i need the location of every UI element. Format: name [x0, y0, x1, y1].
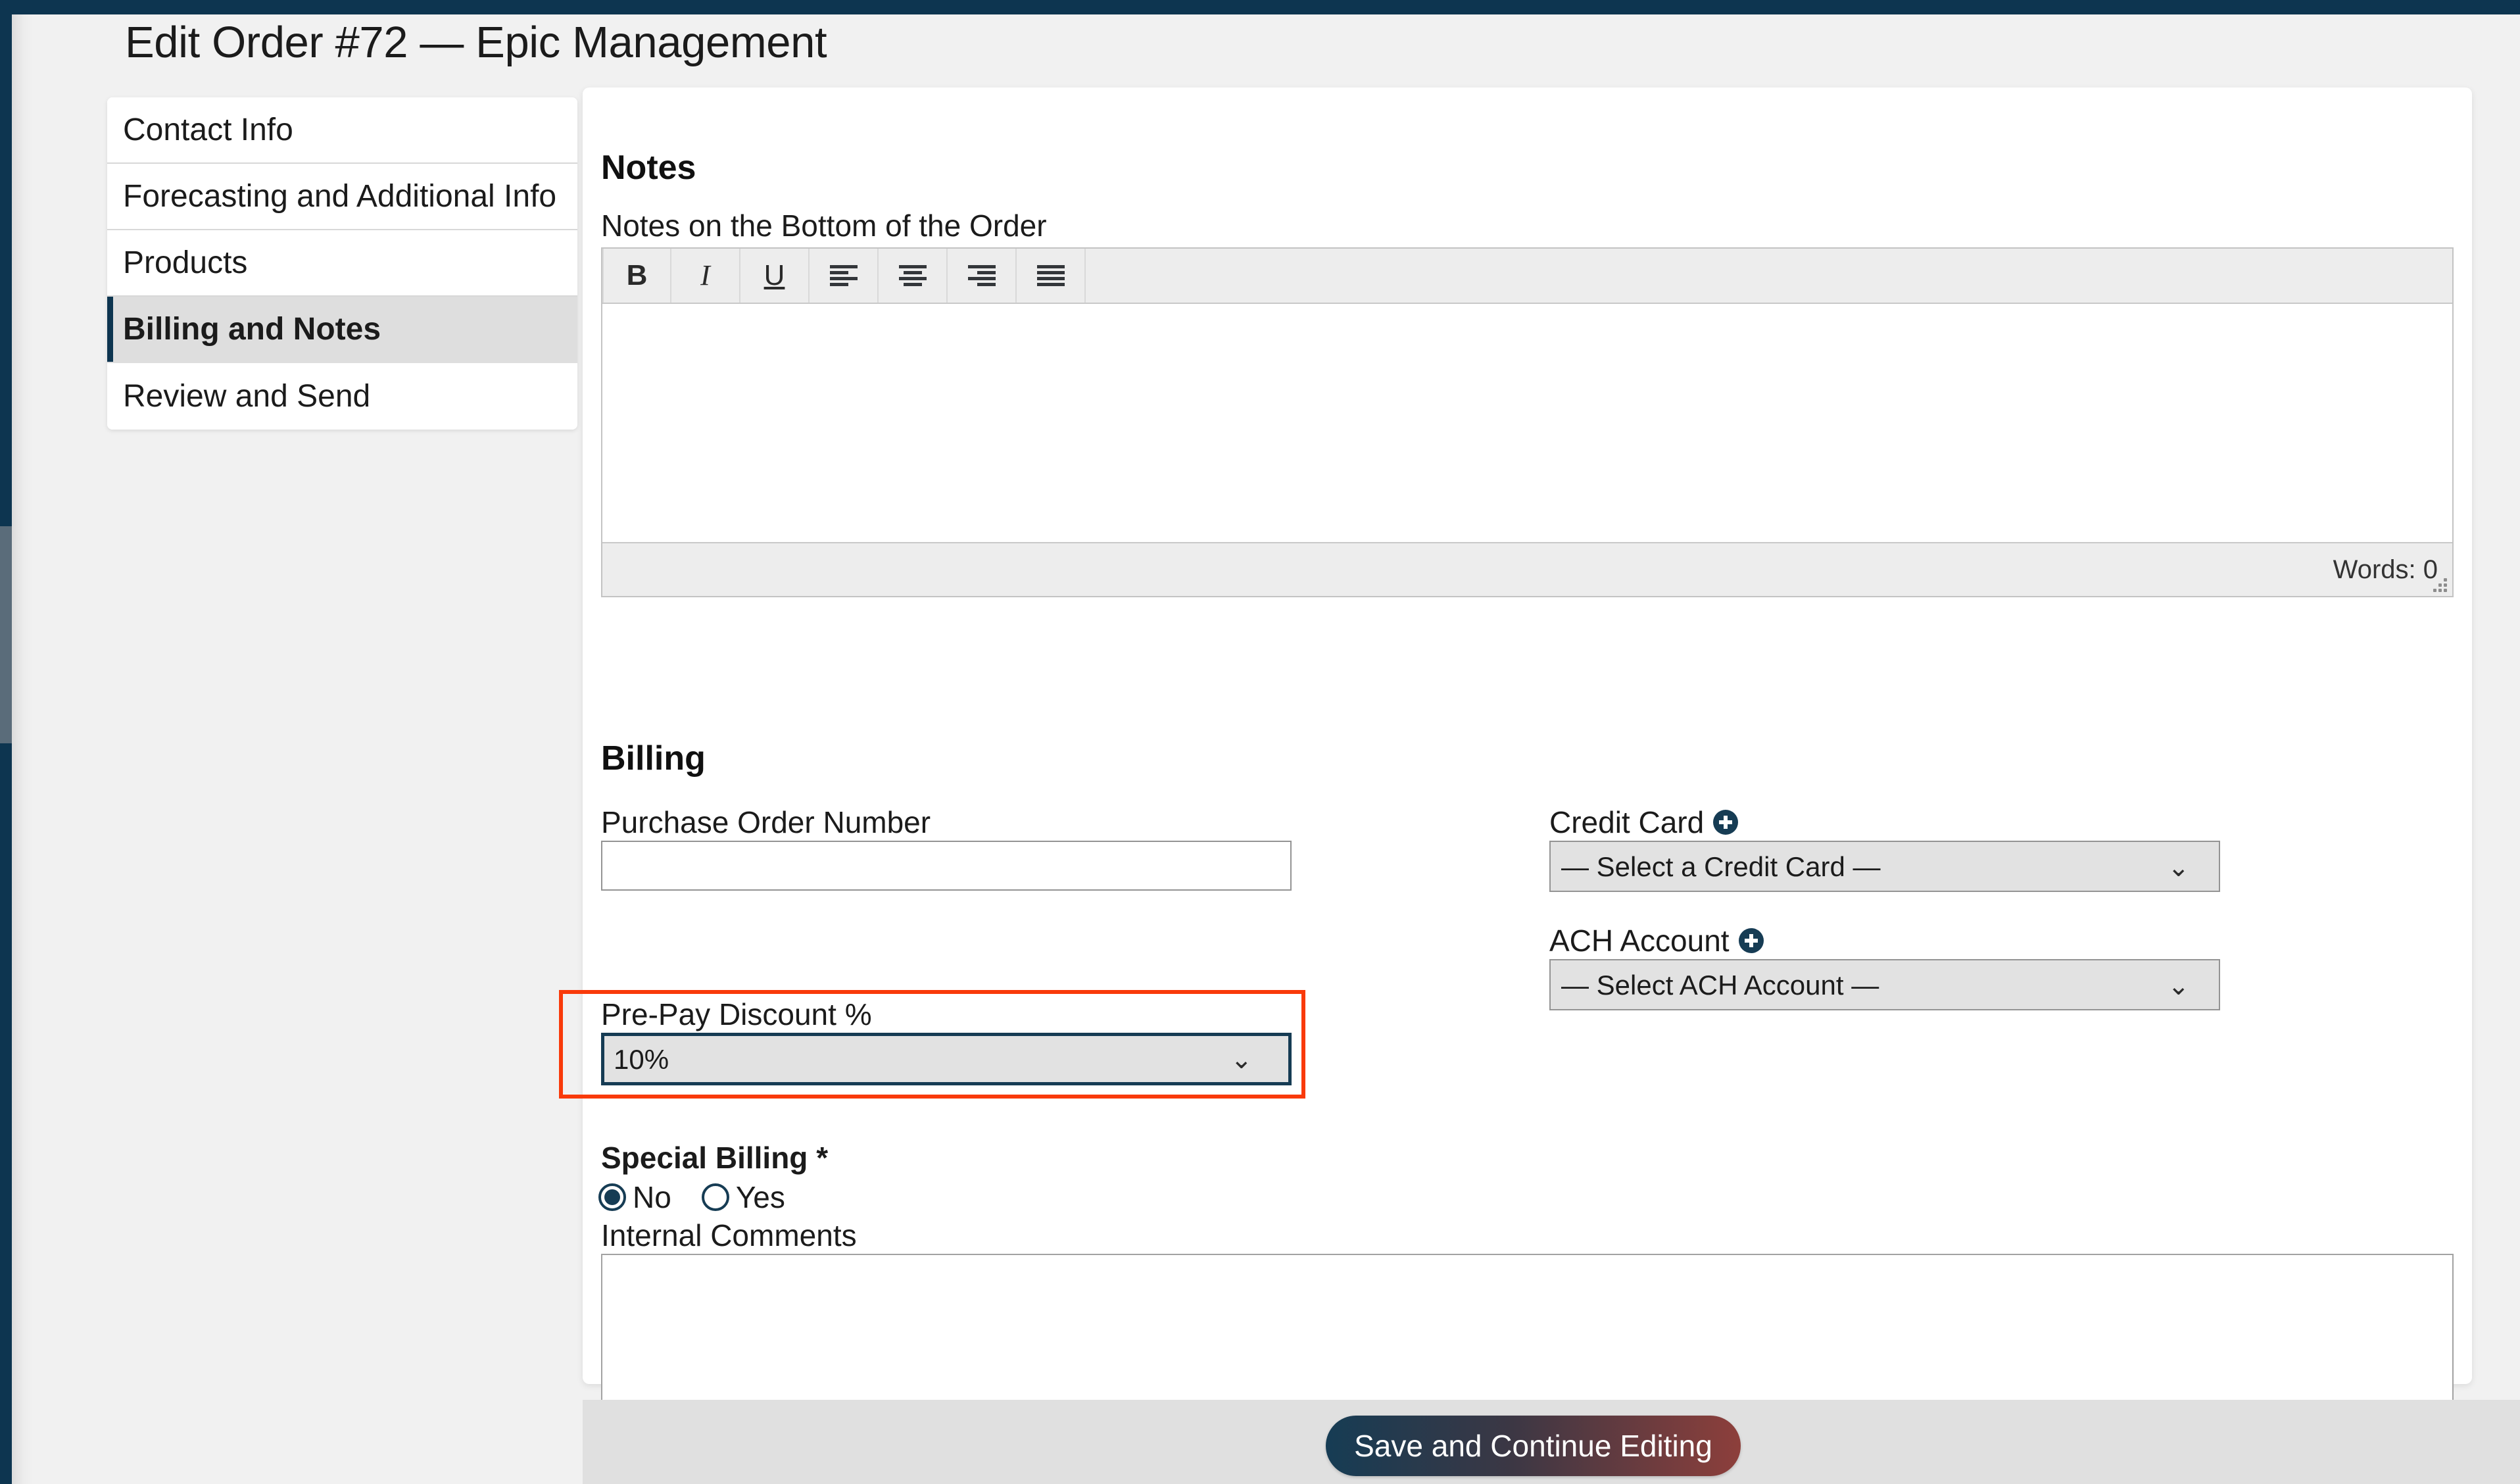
italic-icon: I [700, 259, 710, 291]
resize-grip-icon[interactable] [2429, 574, 2447, 592]
notes-field-label: Notes on the Bottom of the Order [601, 209, 1047, 243]
editor-toolbar: B I U [602, 249, 2452, 304]
align-right-button[interactable] [948, 249, 1017, 303]
left-rail [0, 0, 12, 1484]
save-and-continue-button[interactable]: Save and Continue Editing [1326, 1416, 1741, 1476]
word-count-label: Words: 0 [2333, 555, 2438, 584]
notes-rich-text-editor: B I U Words: 0 [601, 247, 2454, 597]
special-billing-option-yes[interactable]: Yes [701, 1179, 785, 1215]
sidebar-item-contact-info[interactable]: Contact Info [107, 97, 577, 164]
ach-account-label: ACH Account [1549, 924, 1730, 958]
ach-account-label-row: ACH Account [1549, 923, 1764, 958]
credit-card-select[interactable]: — Select a Credit Card — [1549, 841, 2220, 892]
italic-button[interactable]: I [671, 249, 740, 303]
notes-section-heading: Notes [601, 149, 696, 187]
radio-no-icon[interactable] [598, 1183, 626, 1211]
prepay-discount-select[interactable]: 10% [601, 1033, 1292, 1085]
bold-button[interactable]: B [602, 249, 671, 303]
align-left-icon [829, 265, 858, 286]
align-center-button[interactable] [879, 249, 948, 303]
sidebar-item-label: Products [123, 245, 248, 280]
radio-no-label: No [633, 1180, 671, 1214]
form-footer-bar: Save and Continue Editing [583, 1400, 2520, 1484]
top-chrome-bar [0, 0, 2520, 14]
plus-circle-icon[interactable] [1713, 810, 1739, 835]
internal-comments-label: Internal Comments [601, 1218, 857, 1252]
rail-shadow-gap [12, 14, 33, 1484]
align-justify-icon [1036, 265, 1065, 286]
special-billing-radio-group: No Yes [598, 1179, 785, 1215]
ach-account-select[interactable]: — Select ACH Account — [1549, 959, 2220, 1010]
left-rail-scroll-thumb[interactable] [0, 526, 12, 743]
special-billing-option-no[interactable]: No [598, 1179, 671, 1215]
prepay-discount-label: Pre-Pay Discount % [601, 997, 872, 1031]
credit-card-label-row: Credit Card [1549, 804, 1739, 840]
sidebar-item-billing-and-notes[interactable]: Billing and Notes [107, 297, 577, 363]
plus-circle-icon[interactable] [1738, 928, 1764, 953]
editor-status-bar: Words: 0 [602, 542, 2452, 596]
underline-icon: U [763, 259, 785, 291]
purchase-order-input[interactable] [601, 841, 1292, 891]
radio-yes-label: Yes [735, 1180, 785, 1214]
billing-and-notes-panel: Notes Notes on the Bottom of the Order B… [559, 87, 2472, 1484]
purchase-order-label: Purchase Order Number [601, 805, 931, 839]
billing-section-heading: Billing [601, 739, 706, 778]
sidebar-item-review-and-send[interactable]: Review and Send [107, 363, 577, 430]
align-left-button[interactable] [810, 249, 879, 303]
special-billing-label: Special Billing * [601, 1141, 829, 1175]
sidebar-item-products[interactable]: Products [107, 230, 577, 297]
bold-icon: B [626, 259, 648, 291]
underline-button[interactable]: U [740, 249, 810, 303]
app-root: Edit Order #72 — Epic Management Contact… [0, 0, 2520, 1484]
align-justify-button[interactable] [1017, 249, 1086, 303]
sidebar-item-label: Billing and Notes [123, 312, 381, 347]
sidebar-item-forecasting[interactable]: Forecasting and Additional Info [107, 164, 577, 230]
radio-yes-icon[interactable] [701, 1183, 729, 1211]
sidebar-item-label: Forecasting and Additional Info [123, 179, 557, 214]
credit-card-label: Credit Card [1549, 805, 1705, 839]
sidebar-item-label: Review and Send [123, 379, 371, 414]
page-title: Edit Order #72 — Epic Management [125, 18, 827, 67]
wizard-step-nav: Contact Info Forecasting and Additional … [107, 97, 577, 430]
align-right-icon [967, 265, 996, 286]
align-center-icon [898, 265, 927, 286]
notes-editor-body[interactable] [602, 304, 2452, 542]
sidebar-item-label: Contact Info [123, 112, 293, 147]
